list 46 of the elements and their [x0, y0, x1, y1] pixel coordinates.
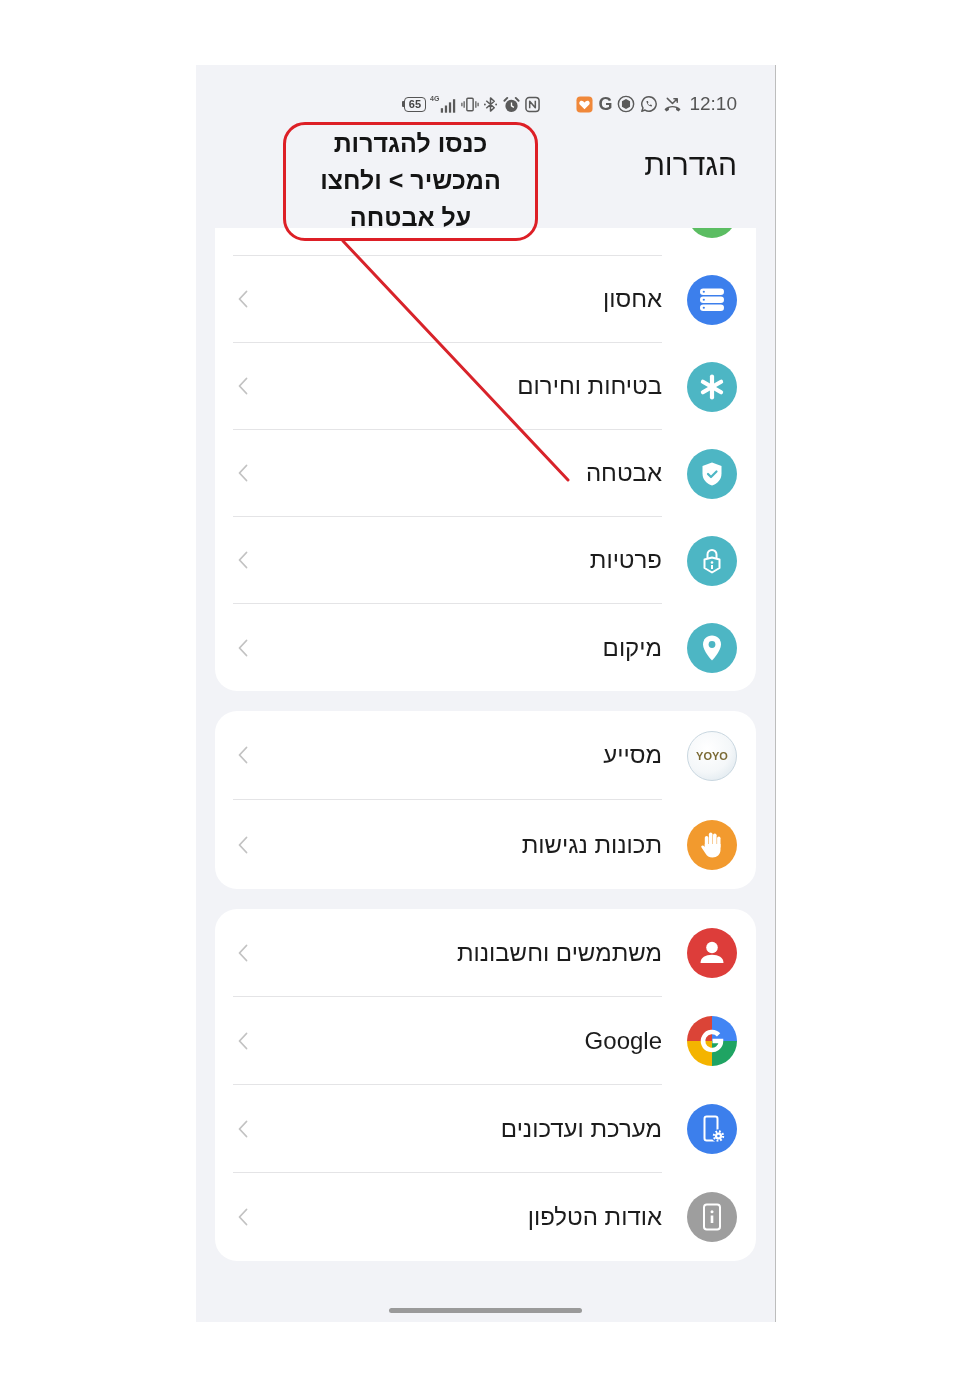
location-pin-icon	[687, 622, 737, 673]
hand-icon	[687, 819, 737, 870]
lock-icon	[687, 535, 737, 586]
chevron-icon	[237, 1030, 249, 1051]
setting-label[interactable]: תכונות נגישות	[521, 830, 662, 859]
setting-label[interactable]: Google	[584, 1026, 662, 1055]
setting-label[interactable]: אבטחה	[585, 459, 662, 487]
nfc-icon	[525, 95, 541, 113]
setting-label[interactable]: בטיחות וחירום	[517, 372, 662, 400]
chevron-icon	[237, 1118, 249, 1139]
chevron-icon	[237, 376, 249, 396]
missed-call-icon	[663, 95, 683, 113]
phone-gear-icon	[687, 1104, 737, 1154]
chevron-icon	[237, 637, 249, 658]
status-time: 12:10	[689, 93, 737, 115]
notification-letter: G	[598, 94, 613, 114]
callout: כנסו להגדרות המכשיר > ולחצו על אבטחה	[283, 122, 538, 241]
setting-label[interactable]: אודות הטלפון	[527, 1203, 662, 1231]
chevron-icon	[237, 834, 249, 855]
hexagon-circle-icon	[617, 95, 636, 113]
shield-check-icon	[687, 448, 737, 499]
alarm-icon	[502, 95, 522, 113]
g-logo-icon	[687, 1016, 737, 1066]
setting-label[interactable]: מערכת ועדכונים	[500, 1114, 662, 1143]
chevron-icon	[237, 289, 249, 309]
chat-bubble-icon	[640, 95, 659, 113]
page-title: הגדרות	[644, 147, 737, 183]
setting-label[interactable]: אחסון	[602, 285, 662, 313]
bluetooth-icon	[483, 95, 499, 113]
battery-indicator: 65	[401, 96, 427, 112]
setting-label[interactable]: פרטיות	[589, 546, 662, 574]
phone-info-icon	[687, 1192, 737, 1242]
chevron-icon	[237, 745, 249, 765]
chevron-icon	[237, 463, 249, 483]
vibrate-icon	[461, 95, 480, 113]
person-icon	[687, 928, 737, 978]
setting-label[interactable]: משתמשים וחשבונות	[456, 938, 662, 967]
setting-label[interactable]: מיקום	[602, 633, 662, 662]
heart-app-icon	[576, 95, 594, 113]
chevron-icon	[237, 550, 249, 570]
app-logo: YOYO	[687, 730, 737, 781]
chevron-icon	[237, 1207, 249, 1227]
setting-label[interactable]: מסייע	[603, 741, 662, 769]
chevron-icon	[237, 942, 249, 963]
server-icon	[687, 274, 737, 325]
asterisk-icon	[687, 361, 737, 412]
